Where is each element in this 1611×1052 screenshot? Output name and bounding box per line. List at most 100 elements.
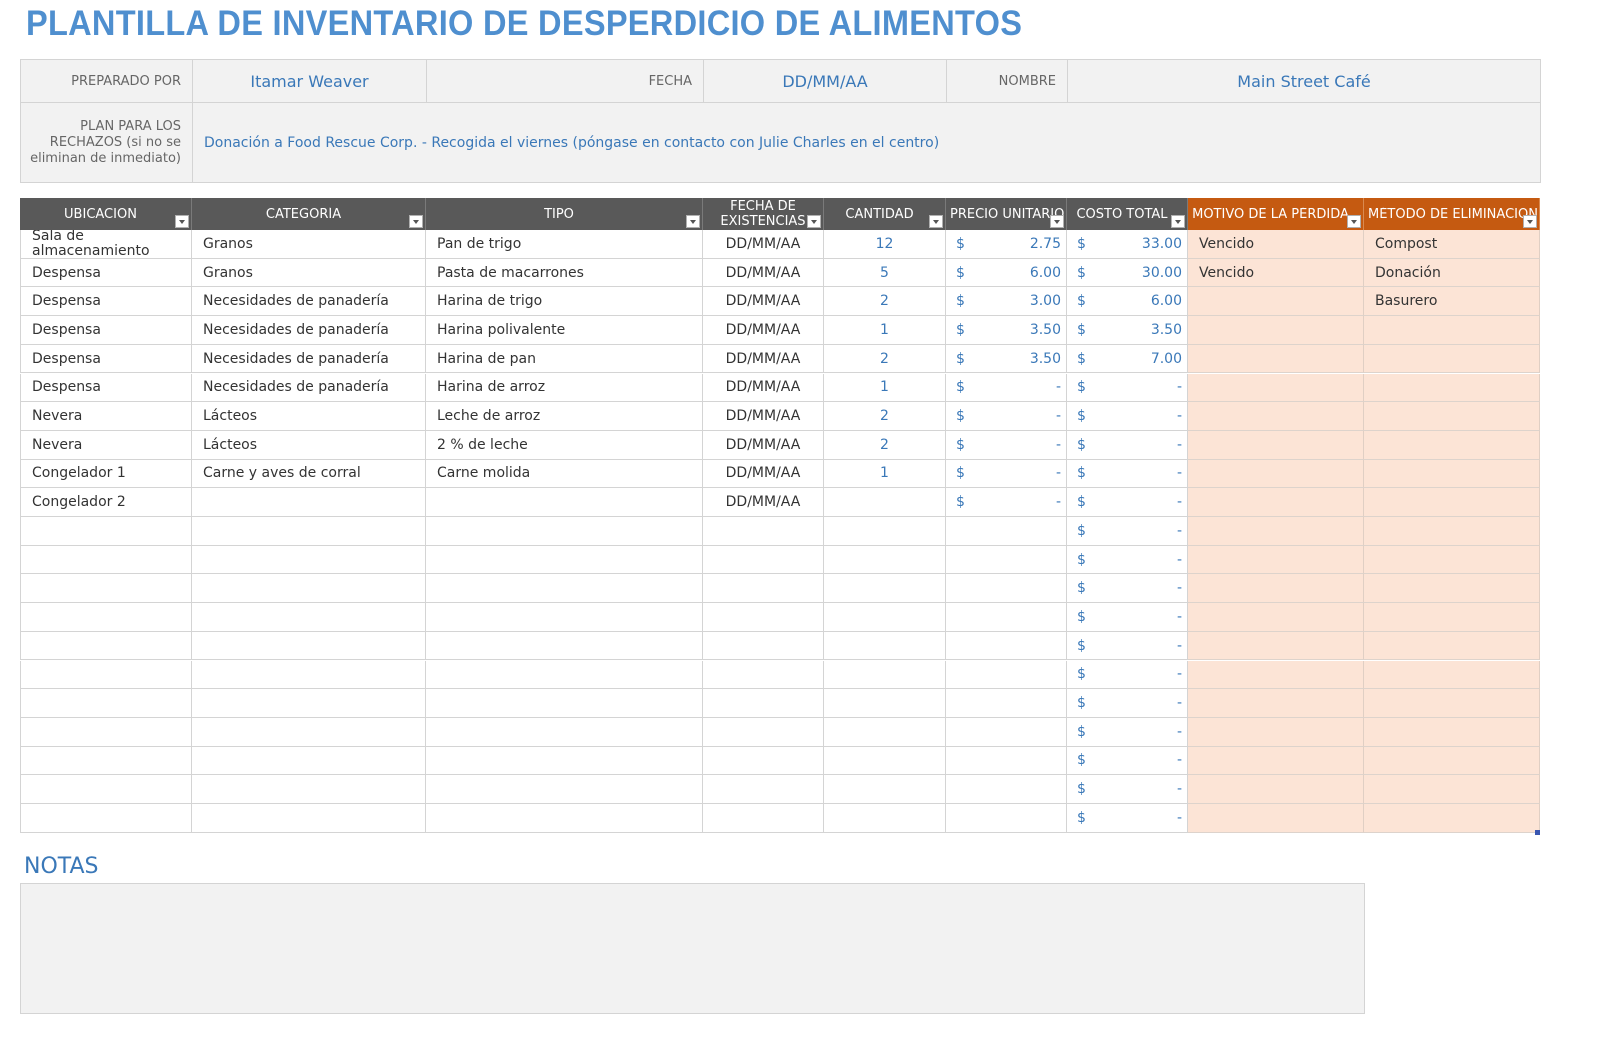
cell-precio[interactable] <box>946 574 1067 604</box>
cell-ubicacion[interactable] <box>20 631 192 661</box>
cell-metodo[interactable] <box>1364 488 1540 517</box>
cell-cantidad[interactable] <box>824 660 946 690</box>
cell-fecha[interactable] <box>703 631 824 661</box>
cell-tipo[interactable]: Harina de arroz <box>426 373 703 403</box>
cell-costo[interactable]: $ - <box>1067 545 1188 575</box>
cell-metodo[interactable] <box>1364 373 1540 403</box>
cell-fecha[interactable]: DD/MM/AA <box>703 344 824 374</box>
cell-ubicacion[interactable]: Despensa <box>20 316 192 345</box>
cell-motivo[interactable] <box>1188 689 1364 718</box>
cell-metodo[interactable] <box>1364 775 1540 804</box>
filter-dropdown-icon[interactable] <box>929 215 943 228</box>
cell-cantidad[interactable]: 1 <box>824 316 946 345</box>
cell-categoria[interactable]: Carne y aves de corral <box>192 459 426 489</box>
cell-precio[interactable] <box>946 631 1067 661</box>
cell-motivo[interactable] <box>1188 488 1364 517</box>
cell-fecha[interactable]: DD/MM/AA <box>703 373 824 403</box>
cell-costo[interactable]: $ - <box>1067 775 1188 804</box>
cell-ubicacion[interactable]: Nevera <box>20 402 192 431</box>
cell-costo[interactable]: $33.00 <box>1067 230 1188 259</box>
filter-dropdown-icon[interactable] <box>1347 215 1361 228</box>
cell-cantidad[interactable] <box>824 746 946 776</box>
cell-cantidad[interactable] <box>824 717 946 747</box>
cell-precio[interactable]: $3.50 <box>946 344 1067 374</box>
cell-cantidad[interactable] <box>824 517 946 546</box>
cell-categoria[interactable]: Necesidades de panadería <box>192 344 426 374</box>
cell-categoria[interactable] <box>192 775 426 804</box>
filter-dropdown-icon[interactable] <box>1171 215 1185 228</box>
cell-precio[interactable]: $6.00 <box>946 258 1067 288</box>
cell-fecha[interactable] <box>703 574 824 604</box>
cell-motivo[interactable] <box>1188 287 1364 317</box>
cell-metodo[interactable] <box>1364 316 1540 345</box>
cell-motivo[interactable] <box>1188 373 1364 403</box>
cell-categoria[interactable] <box>192 603 426 632</box>
cell-motivo[interactable] <box>1188 545 1364 575</box>
cell-costo[interactable]: $ - <box>1067 430 1188 460</box>
cell-fecha[interactable]: DD/MM/AA <box>703 230 824 259</box>
cell-ubicacion[interactable] <box>20 660 192 690</box>
cell-motivo[interactable] <box>1188 316 1364 345</box>
cell-metodo[interactable] <box>1364 402 1540 431</box>
cell-fecha[interactable] <box>703 804 824 833</box>
cell-costo[interactable]: $6.00 <box>1067 287 1188 317</box>
cell-precio[interactable] <box>946 603 1067 632</box>
cell-tipo[interactable] <box>426 603 703 632</box>
cell-categoria[interactable]: Granos <box>192 230 426 259</box>
cell-categoria[interactable] <box>192 545 426 575</box>
cell-costo[interactable]: $ - <box>1067 603 1188 632</box>
cell-tipo[interactable]: Leche de arroz <box>426 402 703 431</box>
cell-fecha[interactable] <box>703 517 824 546</box>
cell-fecha[interactable] <box>703 746 824 776</box>
cell-motivo[interactable] <box>1188 402 1364 431</box>
cell-categoria[interactable] <box>192 574 426 604</box>
cell-tipo[interactable] <box>426 488 703 517</box>
cell-precio[interactable]: $ - <box>946 459 1067 489</box>
cell-categoria[interactable] <box>192 631 426 661</box>
cell-costo[interactable]: $ - <box>1067 746 1188 776</box>
cell-metodo[interactable] <box>1364 804 1540 833</box>
cell-metodo[interactable]: Basurero <box>1364 287 1540 317</box>
cell-cantidad[interactable] <box>824 804 946 833</box>
filter-dropdown-icon[interactable] <box>409 215 423 228</box>
cell-categoria[interactable] <box>192 804 426 833</box>
cell-metodo[interactable]: Donación <box>1364 258 1540 288</box>
cell-costo[interactable]: $ - <box>1067 488 1188 517</box>
notes-field[interactable] <box>20 883 1365 1014</box>
cell-precio[interactable] <box>946 804 1067 833</box>
cell-motivo[interactable] <box>1188 459 1364 489</box>
cell-tipo[interactable] <box>426 660 703 690</box>
filter-dropdown-icon[interactable] <box>1050 215 1064 228</box>
cell-ubicacion[interactable] <box>20 545 192 575</box>
cell-costo[interactable]: $ - <box>1067 804 1188 833</box>
cell-categoria[interactable]: Lácteos <box>192 430 426 460</box>
cell-ubicacion[interactable] <box>20 517 192 546</box>
cell-motivo[interactable] <box>1188 660 1364 690</box>
cell-costo[interactable]: $ - <box>1067 517 1188 546</box>
cell-tipo[interactable]: 2 % de leche <box>426 430 703 460</box>
cell-precio[interactable] <box>946 660 1067 690</box>
cell-fecha[interactable]: DD/MM/AA <box>703 287 824 317</box>
cell-ubicacion[interactable]: Congelador 2 <box>20 488 192 517</box>
cell-fecha[interactable]: DD/MM/AA <box>703 459 824 489</box>
cell-cantidad[interactable]: 2 <box>824 287 946 317</box>
cell-metodo[interactable] <box>1364 430 1540 460</box>
cell-tipo[interactable]: Carne molida <box>426 459 703 489</box>
cell-costo[interactable]: $ - <box>1067 631 1188 661</box>
cell-ubicacion[interactable]: Despensa <box>20 373 192 403</box>
cell-metodo[interactable] <box>1364 631 1540 661</box>
cell-metodo[interactable] <box>1364 574 1540 604</box>
cell-ubicacion[interactable]: Despensa <box>20 258 192 288</box>
cell-categoria[interactable]: Necesidades de panadería <box>192 316 426 345</box>
filter-dropdown-icon[interactable] <box>807 215 821 228</box>
cell-precio[interactable]: $2.75 <box>946 230 1067 259</box>
cell-tipo[interactable] <box>426 517 703 546</box>
cell-ubicacion[interactable] <box>20 717 192 747</box>
cell-tipo[interactable] <box>426 545 703 575</box>
cell-tipo[interactable]: Harina de trigo <box>426 287 703 317</box>
cell-categoria[interactable] <box>192 660 426 690</box>
cell-categoria[interactable] <box>192 717 426 747</box>
cell-costo[interactable]: $3.50 <box>1067 316 1188 345</box>
table-resize-handle[interactable] <box>1535 830 1540 835</box>
cell-cantidad[interactable]: 2 <box>824 430 946 460</box>
